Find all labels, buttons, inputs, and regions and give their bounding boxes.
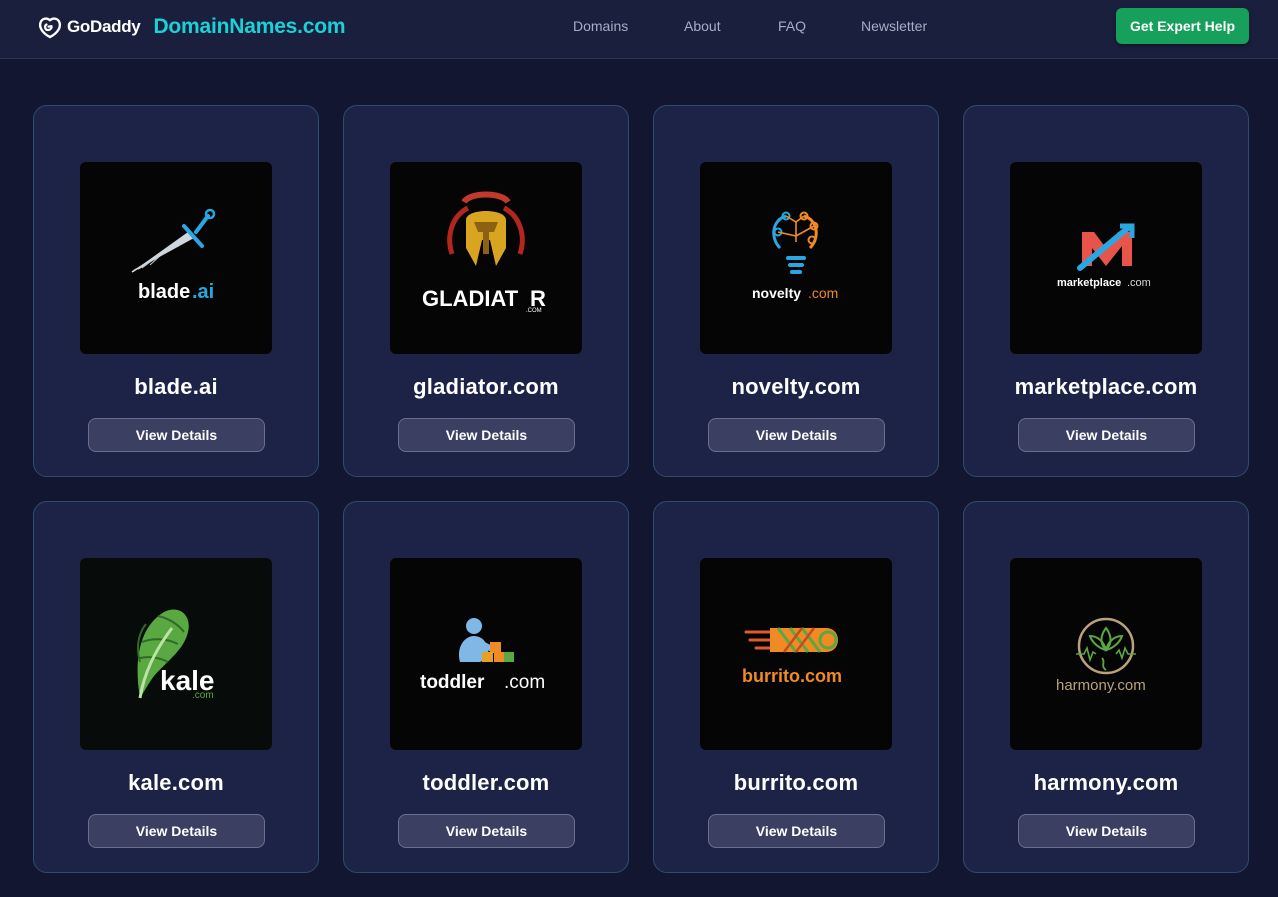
domain-card[interactable]: kale .com kale.com View Details (33, 501, 319, 873)
domain-card[interactable]: GLADIAT R .COM gladiator.com View Detail… (343, 105, 629, 477)
toddler-blocks-icon: toddler .com (420, 618, 545, 693)
domain-card[interactable]: toddler .com toddler.com View Details (343, 501, 629, 873)
domain-logo[interactable]: novelty .com (700, 162, 892, 354)
lightbulb-circuit-icon: novelty .com (752, 211, 838, 301)
view-details-button[interactable]: View Details (88, 814, 265, 848)
burrito-icon: burrito.com (742, 627, 842, 686)
domain-title: kale.com (128, 770, 224, 795)
logo-word: harmony.com (1056, 677, 1146, 694)
view-details-button[interactable]: View Details (398, 814, 575, 848)
domain-card[interactable]: blade .ai blade.ai View Details (33, 105, 319, 477)
domain-card[interactable]: marketplace .com marketplace.com View De… (963, 105, 1249, 477)
domain-card[interactable]: burrito.com burrito.com View Details (653, 501, 939, 873)
logo-suffix: .com (808, 285, 838, 301)
domain-title: novelty.com (731, 374, 861, 399)
view-details-button[interactable]: View Details (88, 418, 265, 452)
site-name: DomainNames.com (153, 15, 346, 38)
logo-suffix: .ai (192, 281, 214, 303)
domain-logo[interactable]: toddler .com (390, 558, 582, 750)
domain-title: gladiator.com (413, 374, 559, 399)
domain-title: burrito.com (733, 770, 859, 795)
kale-leaf-icon: kale .com (137, 609, 215, 701)
nav-about[interactable]: About (684, 18, 721, 34)
nav-newsletter[interactable]: Newsletter (861, 18, 927, 34)
nav-domains[interactable]: Domains (573, 18, 628, 34)
domain-logo[interactable]: marketplace .com (1010, 162, 1202, 354)
sword-icon: blade .ai (131, 208, 216, 303)
domain-title: blade.ai (134, 374, 218, 399)
domain-logo[interactable]: burrito.com (700, 558, 892, 750)
godaddy-wordmark: GoDaddy (67, 17, 141, 36)
view-details-button[interactable]: View Details (1018, 814, 1195, 848)
logo-suffix: .com (192, 690, 214, 701)
domain-logo[interactable]: kale .com (80, 558, 272, 750)
godaddy-logo-icon (37, 14, 63, 40)
brand[interactable]: GoDaddy DomainNames.com (37, 13, 346, 41)
logo-word: GLADIAT (422, 286, 519, 311)
logo-suffix: .com (504, 672, 545, 693)
view-details-button[interactable]: View Details (708, 814, 885, 848)
domain-logo[interactable]: blade .ai (80, 162, 272, 354)
view-details-button[interactable]: View Details (398, 418, 575, 452)
view-details-button[interactable]: View Details (708, 418, 885, 452)
logo-word: burrito.com (742, 666, 842, 686)
market-arrows-icon: marketplace .com (1057, 223, 1151, 289)
get-expert-help-button[interactable]: Get Expert Help (1116, 8, 1249, 44)
spartan-helmet-icon: GLADIAT R .COM (422, 191, 546, 314)
lotus-circle-icon: harmony.com (1056, 617, 1146, 694)
logo-word: marketplace (1057, 277, 1121, 289)
domain-logo[interactable]: harmony.com (1010, 558, 1202, 750)
domain-title: toddler.com (422, 770, 550, 795)
logo-word: novelty (752, 285, 801, 301)
domain-card[interactable]: harmony.com harmony.com View Details (963, 501, 1249, 873)
domain-title: marketplace.com (1014, 374, 1198, 399)
nav-faq[interactable]: FAQ (778, 18, 806, 34)
domain-logo[interactable]: GLADIAT R .COM (390, 162, 582, 354)
domain-title: harmony.com (1033, 770, 1179, 795)
domain-card[interactable]: novelty .com novelty.com View Details (653, 105, 939, 477)
logo-word: toddler (420, 672, 485, 693)
site-header: GoDaddy DomainNames.com Domains About FA… (0, 0, 1278, 59)
logo-suffix: .COM (526, 308, 542, 314)
view-details-button[interactable]: View Details (1018, 418, 1195, 452)
logo-suffix: .com (1127, 277, 1151, 289)
logo-word: blade (138, 281, 190, 303)
